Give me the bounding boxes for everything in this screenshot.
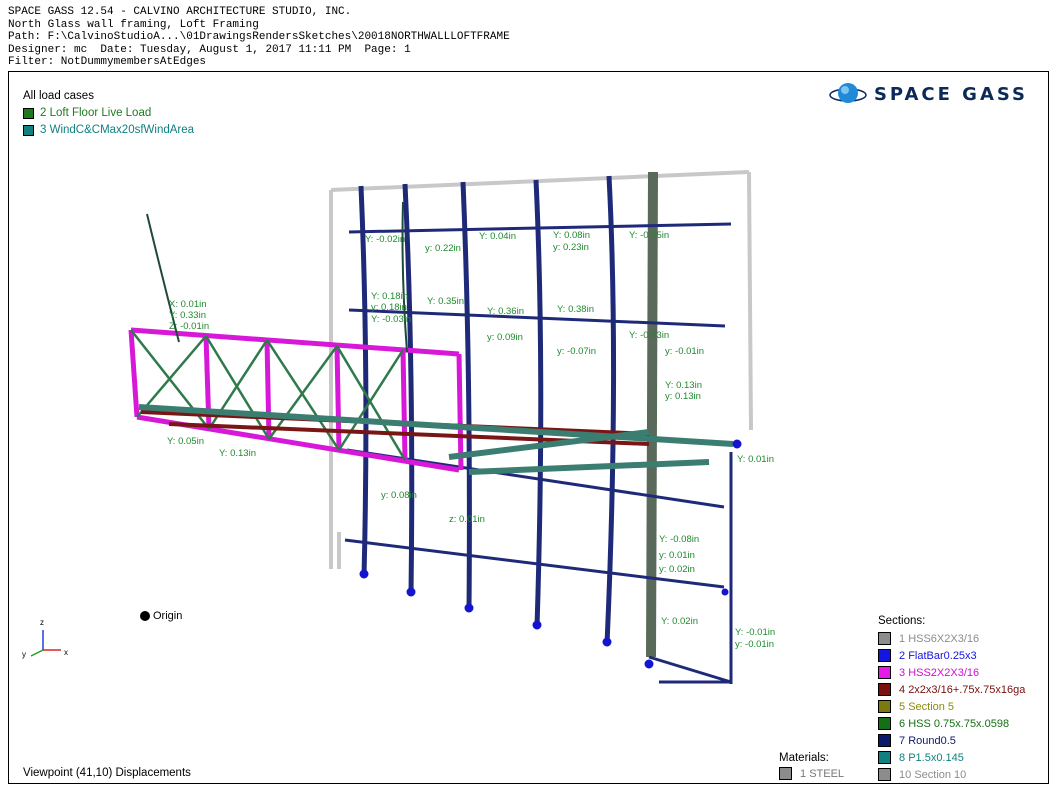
disp-label: y: 0.09in	[487, 332, 523, 343]
section-row: 3 HSS2X2X3/16	[878, 665, 979, 680]
disp-label: y: -0.01in	[735, 639, 774, 650]
disp-label: Y: 0.13in	[219, 448, 256, 459]
disp-label: Y: 0.04in	[479, 231, 516, 242]
section-row: 7 Round0.5	[878, 733, 956, 748]
section-swatch	[878, 666, 891, 679]
section-label: 1 HSS6X2X3/16	[899, 632, 980, 645]
disp-label: y: 0.22in	[425, 243, 461, 254]
disp-label: y: 0.02in	[659, 564, 695, 575]
section-row: 6 HSS 0.75x.75x.0598	[878, 716, 1009, 731]
report-header: SPACE GASS 12.54 - CALVINO ARCHITECTURE …	[8, 6, 510, 69]
header-line-1: SPACE GASS 12.54 - CALVINO ARCHITECTURE …	[8, 6, 352, 18]
planet-logo-icon	[829, 83, 867, 103]
axis-triad: x z y	[22, 618, 68, 659]
section-row: 8 P1.5x0.145	[878, 750, 964, 765]
load-case-label: 3 WindC&CMax20sfWindArea	[40, 124, 195, 136]
disp-label: Y: 0.18in	[371, 291, 408, 302]
section-swatch	[878, 683, 891, 696]
material-swatch	[779, 767, 792, 780]
disp-label: y: -0.01in	[665, 346, 704, 357]
header-line-4: Designer: mc Date: Tuesday, August 1, 20…	[8, 43, 411, 56]
disp-label: y: 0.23in	[553, 242, 589, 253]
section-label: 10 Section 10	[899, 768, 967, 781]
disp-label: y: -0.07in	[557, 346, 596, 357]
disp-label: z: 0.01in	[449, 514, 485, 525]
section-label: 2 FlatBar0.25x3	[899, 649, 977, 662]
disp-label: Z: -0.01in	[169, 321, 209, 332]
header-line-5: Filter: NotDummymembersAtEdges	[8, 56, 207, 68]
materials-title: Materials:	[779, 752, 829, 764]
disp-label: Y: -0.01in	[735, 627, 775, 638]
section-label: 7 Round0.5	[899, 734, 956, 747]
origin-icon	[140, 611, 150, 621]
load-case-row: 2 Loft Floor Live Load	[23, 106, 151, 120]
disp-label: Y: 0.02in	[661, 616, 698, 627]
section-swatch	[878, 649, 891, 662]
disp-label: Y: -0.03in	[629, 330, 669, 341]
disp-label: Y: 0.01in	[737, 454, 774, 465]
corner-post	[646, 171, 658, 658]
disp-label: Y: -0.08in	[659, 534, 699, 545]
section-label: 3 HSS2X2X3/16	[899, 666, 980, 679]
load-cases-title: All load cases	[23, 90, 94, 102]
logo-text: SPACE GASS	[873, 83, 1028, 105]
disp-label: Y: 0.08in	[553, 230, 590, 241]
disp-label: X: 0.01in	[169, 299, 207, 310]
load-case-row: 3 WindC&CMax20sfWindArea	[23, 123, 194, 137]
section-label: 6 HSS 0.75x.75x.0598	[899, 717, 1010, 730]
axis-y-label: y	[22, 650, 26, 659]
disp-label: y: 0.18in	[371, 302, 407, 313]
section-label: 5 Section 5	[899, 700, 955, 713]
disp-label: Y: -0.02in	[365, 234, 405, 245]
space-gass-logo: SPACE GASS	[828, 78, 1028, 110]
section-label: 8 P1.5x0.145	[899, 751, 964, 764]
load-case-swatch	[23, 124, 34, 136]
header-line-2: North Glass wall framing, Loft Framing	[8, 18, 259, 31]
load-case-swatch	[23, 107, 34, 119]
disp-label: Y: 0.05in	[167, 436, 204, 447]
section-swatch	[878, 717, 891, 730]
section-swatch	[878, 751, 891, 764]
disp-label: Y: 0.36in	[487, 306, 524, 317]
material-row: 1 STEEL	[779, 767, 844, 780]
section-row: 4 2x2x3/16+.75x.75x16ga	[878, 682, 1025, 697]
material-label: 1 STEEL	[800, 767, 845, 780]
section-swatch	[878, 734, 891, 747]
section-row: 2 FlatBar0.25x3	[878, 648, 977, 663]
section-row: 10 Section 10	[878, 767, 966, 782]
axis-x-label: x	[64, 648, 68, 657]
load-case-label: 2 Loft Floor Live Load	[40, 107, 152, 119]
viewport-label: Viewpoint (41,10) Displacements	[23, 767, 191, 779]
disp-label: Y: -0.03in	[371, 314, 411, 325]
section-row: 5 Section 5	[878, 699, 954, 714]
axis-z-label: z	[40, 618, 44, 627]
section-swatch	[878, 700, 891, 713]
disp-label: Y: 0.13in	[665, 380, 702, 391]
header-line-3: Path: F:\CalvinoStudioA...\01DrawingsRen…	[8, 31, 510, 43]
origin-marker: Origin	[139, 610, 182, 622]
disp-label: y: 0.13in	[665, 391, 701, 402]
disp-label: y: 0.08in	[381, 490, 417, 501]
sections-title: Sections:	[878, 615, 926, 627]
section-label: 4 2x2x3/16+.75x.75x16ga	[899, 683, 1026, 696]
disp-label: y: 0.01in	[659, 550, 695, 561]
section-row: 1 HSS6X2X3/16	[878, 631, 979, 646]
origin-label: Origin	[153, 610, 183, 622]
disp-label: Y: 0.38in	[557, 304, 594, 315]
disp-label: Y: 0.35in	[427, 296, 464, 307]
section-swatch	[878, 632, 891, 645]
disp-label: Y: -0.05in	[629, 230, 669, 241]
section-swatch	[878, 768, 891, 781]
graphics-frame[interactable]: X: 0.01in Y: 0.33in Z: -0.01in Y: -0.02i…	[8, 71, 1049, 784]
disp-label: Y: 0.33in	[169, 310, 206, 321]
